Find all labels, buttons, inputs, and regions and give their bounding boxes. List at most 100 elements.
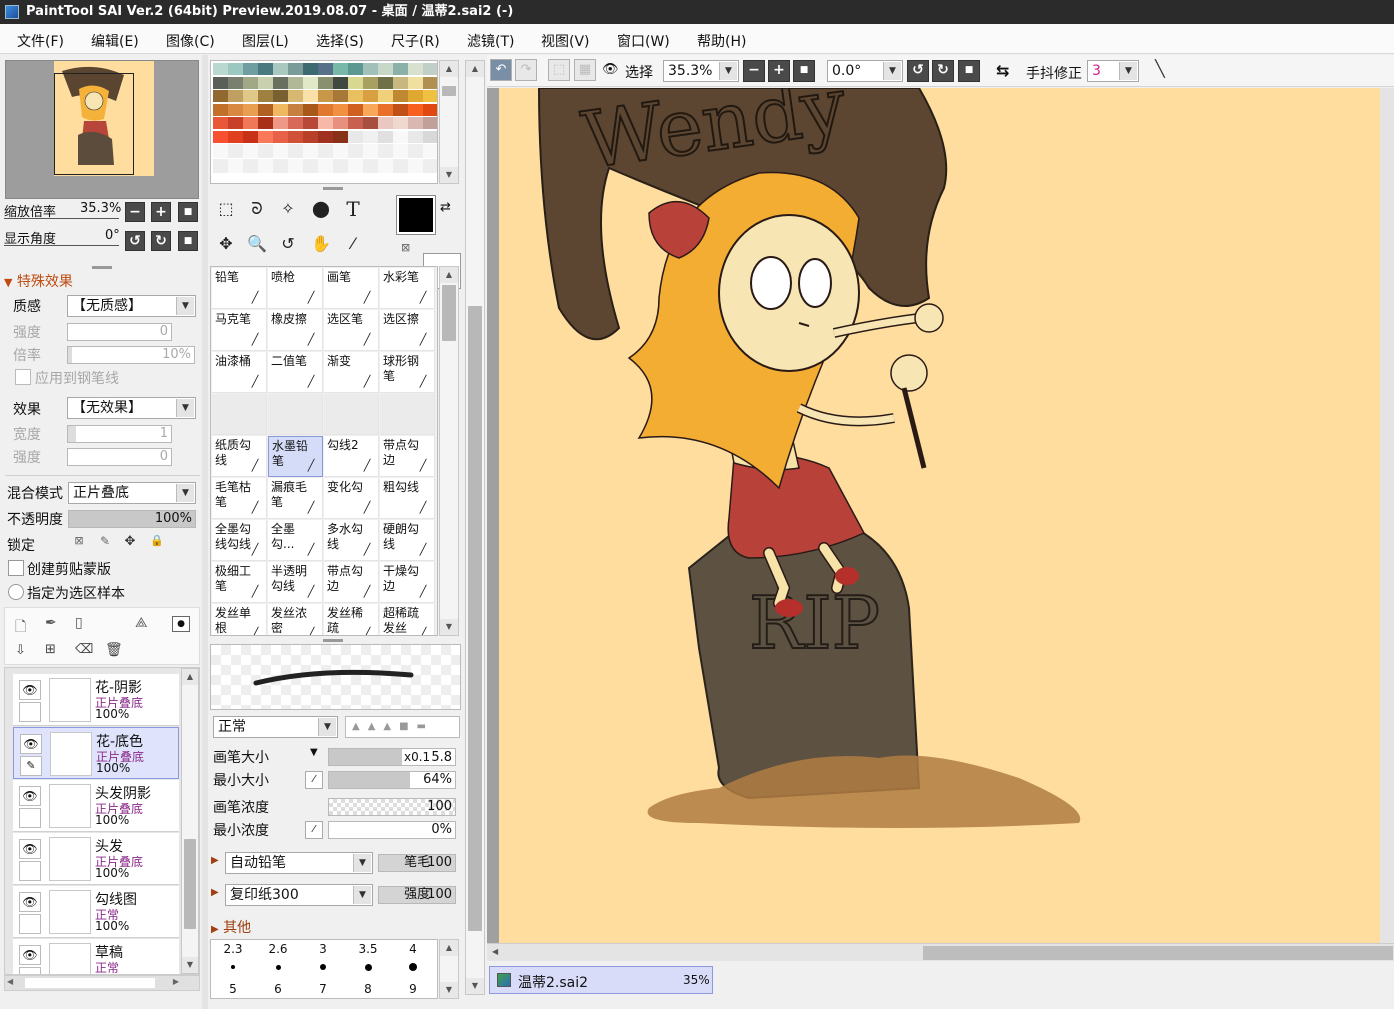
color-swatch[interactable] <box>333 90 348 102</box>
opacity-slider[interactable]: 100% <box>68 510 196 528</box>
canvas-zoom-in-button[interactable]: + <box>768 60 790 82</box>
empty-swatch[interactable] <box>348 144 363 158</box>
rotate-tool-icon[interactable]: ↺ <box>274 231 302 257</box>
invert-select-button[interactable]: ▦ <box>574 59 596 81</box>
effects-header[interactable]: ▼ 特殊效果 <box>4 271 73 291</box>
layer-row[interactable]: 👁 头发 正片叠底 100% <box>13 833 179 885</box>
color-swatch[interactable] <box>348 63 363 75</box>
visibility-eye-icon[interactable]: 👁 <box>19 892 41 912</box>
menu-select[interactable]: 选择(S) <box>316 31 364 51</box>
redo-button[interactable]: ↷ <box>515 59 537 81</box>
eyedropper-icon[interactable]: ⁄ <box>339 231 367 257</box>
visibility-eye-icon[interactable]: 👁 <box>19 839 41 859</box>
swap-colors-icon[interactable]: ⇄ <box>440 200 451 215</box>
straight-line-icon[interactable]: ╲ <box>1149 59 1171 81</box>
brush-slot[interactable]: 全墨勾线勾线 ╱ <box>212 520 267 561</box>
canvas-viewport[interactable]: Wendy RIP <box>487 88 1394 943</box>
effect-strength-slider[interactable]: 0 <box>67 448 172 466</box>
layer-scrollbar[interactable]: ▲ ▼ <box>181 668 199 974</box>
color-swatch[interactable] <box>363 90 378 102</box>
layer-lock-icon[interactable] <box>19 702 41 722</box>
color-swatch[interactable] <box>393 90 408 102</box>
layer-lock-icon[interactable]: ✎ <box>20 756 42 776</box>
menu-ruler[interactable]: 尺子(R) <box>391 31 440 51</box>
brush-slot[interactable] <box>212 394 267 435</box>
color-swatch[interactable] <box>348 103 363 116</box>
empty-swatch[interactable] <box>258 144 273 158</box>
size-preset-dot[interactable] <box>320 964 326 970</box>
color-swatch[interactable] <box>288 63 303 75</box>
lock-move-icon[interactable]: ✥ <box>120 534 140 554</box>
new-layer-icon[interactable]: 🗋 <box>15 616 26 640</box>
brush-slot[interactable]: 勾线2 ╱ <box>324 436 379 477</box>
rotate-right-button[interactable]: ↻ <box>151 231 171 251</box>
clear-layer-icon[interactable]: ⌫ <box>75 642 93 657</box>
color-swatch[interactable] <box>348 90 363 102</box>
color-swatch[interactable] <box>213 76 228 89</box>
size-preset-label[interactable]: 2.3 <box>211 942 255 956</box>
flip-horizontal-icon[interactable]: ⇆ <box>996 61 1009 80</box>
size-preset-label[interactable]: 5 <box>211 982 255 996</box>
canvas-rotate-left-button[interactable]: ↺ <box>907 60 929 82</box>
zoom-in-button[interactable]: + <box>151 202 171 222</box>
texture-scale-slider[interactable]: 10% <box>67 346 195 364</box>
color-swatch[interactable] <box>378 76 393 89</box>
color-swatch[interactable] <box>258 130 273 143</box>
effect-select[interactable]: 【无效果】 ▼ <box>67 397 196 419</box>
color-swatch[interactable] <box>333 130 348 143</box>
empty-swatch[interactable] <box>213 159 228 173</box>
empty-swatch[interactable] <box>303 144 318 158</box>
lock-all-icon[interactable]: 🔒 <box>147 534 167 554</box>
color-swatch[interactable] <box>348 130 363 143</box>
shape-icon[interactable]: ⬤ <box>307 196 335 222</box>
layer-row[interactable]: 👁 勾线图 正常 100% <box>13 886 179 938</box>
primary-color-swatch[interactable] <box>396 195 436 235</box>
color-swatch[interactable] <box>288 117 303 129</box>
text-tool-icon[interactable]: T <box>339 196 367 222</box>
color-swatch[interactable] <box>378 117 393 129</box>
visibility-eye-icon[interactable]: 👁 <box>19 786 41 806</box>
hand-tool-icon[interactable]: ✋ <box>307 231 335 257</box>
color-swatch[interactable] <box>393 103 408 116</box>
color-swatch[interactable] <box>273 130 288 143</box>
color-swatch[interactable] <box>423 90 437 102</box>
empty-swatch[interactable] <box>333 159 348 173</box>
brush-mode-select[interactable]: 正常 ▼ <box>213 716 338 738</box>
magic-wand-icon[interactable]: ✧ <box>274 196 302 222</box>
brush-slot[interactable]: 橡皮擦 ╱ <box>268 310 323 351</box>
color-swatch[interactable] <box>408 103 423 116</box>
brush-slot[interactable] <box>324 394 379 435</box>
navigator-preview[interactable] <box>5 60 199 199</box>
visibility-eye-icon[interactable]: 👁 <box>20 734 42 754</box>
add-mask-icon[interactable]: ● <box>172 616 190 632</box>
empty-swatch[interactable] <box>378 159 393 173</box>
brush-slot[interactable]: 干燥勾边 ╱ <box>380 562 435 603</box>
size-preset-label[interactable]: 6 <box>256 982 300 996</box>
color-swatch[interactable] <box>273 117 288 129</box>
color-swatch[interactable] <box>408 90 423 102</box>
brush-slot[interactable]: 纸质勾线 ╱ <box>212 436 267 477</box>
rotate-left-button[interactable]: ↺ <box>125 231 145 251</box>
angle-select[interactable]: 0.0° ▼ <box>827 60 903 82</box>
new-folder-icon[interactable]: ▯ <box>75 615 83 631</box>
empty-swatch[interactable] <box>408 159 423 173</box>
brush-slot[interactable]: 半透明勾线 ╱ <box>268 562 323 603</box>
color-swatch[interactable] <box>273 76 288 89</box>
zoom-tool-icon[interactable]: 🔍 <box>243 231 271 257</box>
color-swatch[interactable] <box>288 90 303 102</box>
brush-slot[interactable]: 马克笔 ╱ <box>212 310 267 351</box>
color-swatch[interactable] <box>393 63 408 75</box>
brush-slot[interactable]: 二值笔 ╱ <box>268 352 323 393</box>
brush-scrollbar[interactable]: ▲ ▼ <box>439 266 459 636</box>
swatch-panel[interactable] <box>210 60 438 184</box>
empty-swatch[interactable] <box>378 144 393 158</box>
brush-slot[interactable]: 极细工笔 ╱ <box>212 562 267 603</box>
color-swatch[interactable] <box>333 103 348 116</box>
size-preset-dot[interactable] <box>409 963 417 971</box>
color-swatch[interactable] <box>408 117 423 129</box>
texture-expand-icon[interactable]: ▶ <box>211 887 219 898</box>
color-swatch[interactable] <box>318 117 333 129</box>
color-swatch[interactable] <box>318 130 333 143</box>
color-swatch[interactable] <box>393 117 408 129</box>
rotate-reset-button[interactable]: ■ <box>178 231 198 251</box>
